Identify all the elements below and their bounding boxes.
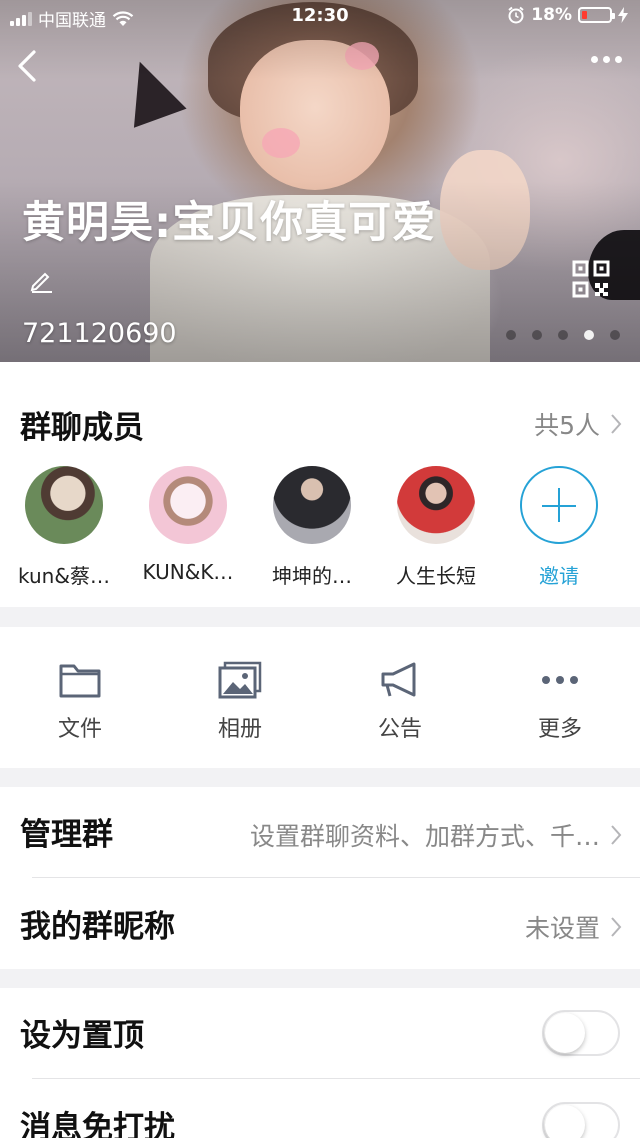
tool-label: 公告 [377, 717, 422, 742]
group-id[interactable]: 721120690 [22, 318, 177, 349]
megaphone-icon [381, 662, 416, 697]
member-item[interactable]: 人生长短 [376, 466, 496, 589]
group-name-title[interactable]: 黄明昊:宝贝你真可爱 [22, 196, 462, 304]
group-tools-section: 文件 相册 公告 更多 [0, 627, 640, 768]
members-section: 群聊成员 共5人 kun&蔡… KUN&K… 坤坤的… 人生长短 邀请 [0, 362, 640, 607]
back-arrow-icon[interactable] [10, 46, 46, 86]
mute-toggle[interactable] [542, 1102, 620, 1138]
tool-album[interactable]: 相册 [180, 661, 300, 743]
more-options-icon[interactable] [591, 56, 622, 63]
pin-top-label: 设为置顶 [20, 1018, 144, 1054]
chevron-right-icon [611, 825, 622, 845]
my-nickname-value: 未设置 [525, 909, 622, 945]
battery-percent: 18% [531, 5, 572, 25]
tool-label: 文件 [57, 717, 102, 742]
member-name: 人生长短 [396, 564, 476, 588]
page-dot [532, 330, 542, 340]
mute-label: 消息免打扰 [20, 1110, 175, 1138]
my-nickname-text: 未设置 [524, 914, 600, 943]
member-name: kun&蔡… [18, 564, 110, 588]
member-name: 坤坤的… [272, 564, 352, 588]
edit-pencil-icon[interactable] [28, 267, 54, 293]
tool-label: 相册 [217, 717, 262, 742]
group-name-text: 黄明昊:宝贝你真可爱 [22, 198, 437, 248]
tool-announcement[interactable]: 公告 [340, 661, 460, 743]
member-name: KUN&K… [142, 560, 234, 584]
row-divider [32, 877, 640, 878]
alarm-icon [508, 6, 524, 24]
pin-top-toggle[interactable] [542, 1010, 620, 1056]
member-avatar-list: kun&蔡… KUN&K… 坤坤的… 人生长短 邀请 [0, 466, 640, 591]
page-dot [584, 330, 594, 340]
row-divider [32, 1078, 640, 1079]
folder-icon [59, 664, 101, 698]
add-member-plus-icon [520, 466, 598, 544]
battery-icon [578, 7, 615, 23]
tool-label: 更多 [537, 717, 582, 742]
avatar [149, 466, 227, 544]
qr-code-icon[interactable] [572, 260, 610, 298]
member-item[interactable]: 坤坤的… [252, 466, 372, 589]
manage-group-row[interactable]: 管理群 设置群聊资料、加群方式、千… [0, 787, 640, 877]
pin-top-row: 设为置顶 [0, 988, 640, 1078]
my-nickname-row[interactable]: 我的群昵称 未设置 [0, 879, 640, 969]
manage-group-summary: 设置群聊资料、加群方式、千… [249, 822, 600, 851]
banner-page-indicator[interactable] [506, 330, 620, 340]
invite-label: 邀请 [539, 564, 579, 588]
avatar [25, 466, 103, 544]
banner-shade [0, 0, 640, 362]
my-nickname-label: 我的群昵称 [20, 909, 175, 945]
members-heading: 群聊成员 [20, 410, 144, 446]
chevron-right-icon [611, 414, 622, 434]
page-dot [558, 330, 568, 340]
page-dot [610, 330, 620, 340]
battery-level-fill [582, 11, 587, 19]
tool-files[interactable]: 文件 [20, 661, 140, 743]
group-settings-section: 管理群 设置群聊资料、加群方式、千… 我的群昵称 未设置 [0, 787, 640, 969]
members-count-link[interactable]: 共5人 [534, 406, 622, 442]
manage-group-label: 管理群 [20, 817, 113, 853]
page-dot [506, 330, 516, 340]
avatar [273, 466, 351, 544]
status-bar: 中国联通 12:30 18% [0, 0, 640, 34]
charging-bolt-icon [618, 7, 628, 23]
album-icon [218, 661, 262, 699]
avatar [397, 466, 475, 544]
invite-button[interactable]: 邀请 [499, 466, 619, 589]
members-count: 共5人 [534, 411, 600, 440]
mute-row: 消息免打扰 [0, 1080, 640, 1138]
member-item[interactable]: KUN&K… [128, 466, 248, 584]
manage-group-value: 设置群聊资料、加群方式、千… [250, 817, 622, 853]
chat-preferences-section: 设为置顶 消息免打扰 [0, 988, 640, 1138]
tool-more[interactable]: 更多 [500, 661, 620, 743]
more-icon [542, 676, 578, 684]
member-item[interactable]: kun&蔡… [4, 466, 124, 589]
group-header-banner[interactable]: 中国联通 12:30 18% 黄明昊:宝贝你真可爱 721120690 [0, 0, 640, 362]
chevron-right-icon [611, 917, 622, 937]
